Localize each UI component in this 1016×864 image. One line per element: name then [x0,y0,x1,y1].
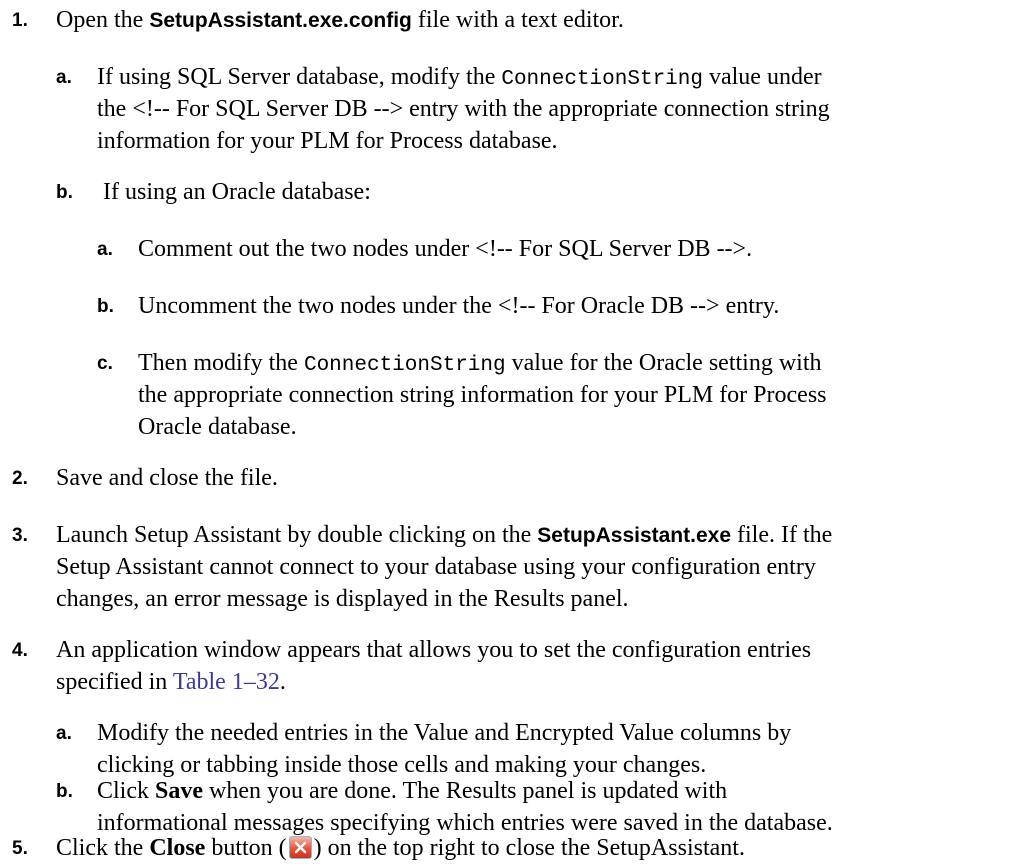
text: Click the [56,835,150,861]
filename-config: SetupAssistant.exe.config [149,9,412,32]
code-connectionstring: ConnectionString [303,354,506,377]
step-number: 5. [12,838,28,859]
text: If using SQL Server database, modify the [97,64,502,90]
substep-1a-line-1: If using SQL Server database, modify the… [97,61,822,96]
step-number: 3. [12,525,28,546]
substep-1a-line-3: information for your PLM for Process dat… [97,128,558,154]
close-icon [288,836,312,859]
step-1-line-1: Open the SetupAssistant.exe.config file … [56,4,624,37]
subsubstep-1bb-line-1: Uncomment the two nodes under the <!-- F… [138,293,780,319]
filename-exe: SetupAssistant.exe [537,524,732,547]
step-3-line-3: changes, an error message is displayed i… [56,586,629,612]
substep-4a-line-1: Modify the needed entries in the Value a… [97,720,792,746]
subsubstep-1ba-line-1: Comment out the two nodes under <!-- For… [138,236,753,262]
text: ) on the top right to close the SetupAss… [313,835,745,861]
code-connectionstring: ConnectionString [501,68,703,91]
subsubstep-number: c. [97,353,113,374]
substep-1a-line-2: the <!-- For SQL Server DB --> entry wit… [97,96,830,122]
table-link[interactable]: Table 1–32 [173,669,280,695]
step-4-line-1: An application window appears that allow… [56,637,812,663]
text: Then modify the [138,350,304,376]
substep-number: a. [56,723,72,744]
text: specified in [56,669,173,695]
text: Click [97,778,155,804]
step-2-line-1: Save and close the file. [56,465,278,491]
substep-number: a. [56,67,72,88]
document-page: 1. Open the SetupAssistant.exe.config fi… [0,0,1016,861]
text: Launch Setup Assistant by double clickin… [56,522,538,548]
subsubstep-1bc-line-1: Then modify the ConnectionString value f… [138,347,822,382]
text: value under [702,64,822,90]
step-3-line-1: Launch Setup Assistant by double clickin… [56,519,832,552]
step-5-line-1: Click the Close button ( ) on the top rig… [56,832,745,864]
text: file with a text editor. [411,7,624,33]
text: value for the Oracle setting with [505,350,822,376]
text: Open the [56,7,150,33]
subsubstep-1bc-line-3: Oracle database. [138,414,297,440]
text: button ( [205,835,287,861]
substep-number: b. [56,182,73,203]
save-label: Save [155,778,203,804]
step-3-line-2: Setup Assistant cannot connect to your d… [56,554,816,580]
step-number: 1. [12,10,28,31]
substep-1b-line-1: If using an Oracle database: [97,179,371,205]
subsubstep-number: a. [97,239,113,260]
text: file. If the [731,522,833,548]
step-4-line-2: specified in Table 1–32. [56,666,286,698]
substep-4b-line-1: Click Save when you are done. The Result… [97,775,727,807]
text: when you are done. The Results panel is … [203,778,728,804]
subsubstep-number: b. [97,296,114,317]
step-number: 4. [12,640,28,661]
step-number: 2. [12,468,28,489]
substep-number: b. [56,781,73,802]
close-label: Close [149,835,206,861]
text: . [279,669,286,695]
subsubstep-1bc-line-2: the appropriate connection string inform… [138,382,827,408]
